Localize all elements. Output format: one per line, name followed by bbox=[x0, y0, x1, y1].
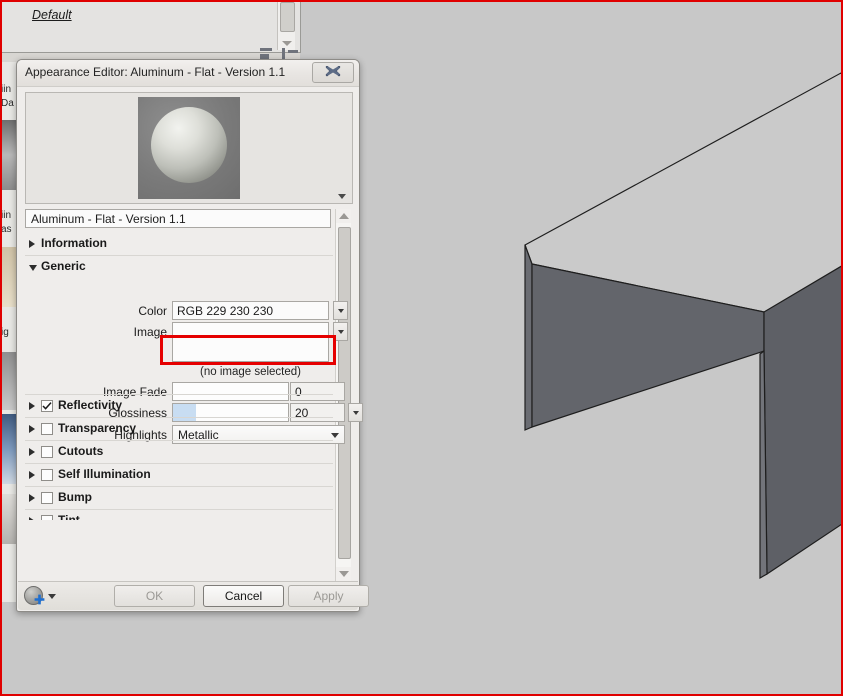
apply-button[interactable]: Apply bbox=[288, 585, 369, 607]
chevron-down-icon bbox=[352, 411, 359, 415]
image-row: Image (no image selected) bbox=[25, 322, 348, 382]
image-label: Image bbox=[133, 325, 167, 339]
background-scrollbar[interactable] bbox=[277, 2, 295, 50]
section-header-transparency[interactable]: Transparency bbox=[25, 418, 333, 441]
chevron-right-icon[interactable] bbox=[29, 517, 35, 520]
material-sphere-preview bbox=[151, 107, 227, 183]
section-header-bump[interactable]: Bump bbox=[25, 487, 333, 510]
section-header-tint[interactable]: Tint bbox=[25, 510, 333, 520]
beam-right-flange-face bbox=[763, 265, 841, 576]
properties-panel: Aluminum - Flat - Version 1.1 Informatio… bbox=[25, 209, 363, 581]
image-dropdown-button[interactable] bbox=[333, 322, 348, 341]
section-header-cutouts[interactable]: Cutouts bbox=[25, 441, 333, 464]
chevron-down-icon bbox=[337, 330, 344, 334]
default-link[interactable]: Default bbox=[32, 8, 72, 22]
scroll-up-icon[interactable] bbox=[339, 213, 349, 219]
color-label: Color bbox=[138, 304, 167, 318]
material-name-input[interactable]: Aluminum - Flat - Version 1.1 bbox=[25, 209, 331, 228]
list-item[interactable]: as bbox=[2, 224, 12, 235]
check-icon bbox=[42, 402, 52, 410]
ok-button[interactable]: OK bbox=[114, 585, 195, 607]
no-image-selected-text: (no image selected) bbox=[200, 366, 301, 378]
reflectivity-checkbox[interactable] bbox=[41, 400, 53, 412]
chevron-right-icon[interactable] bbox=[29, 471, 35, 479]
glossiness-dropdown-button[interactable] bbox=[348, 403, 363, 422]
preview-panel bbox=[25, 92, 353, 204]
screenshot-root: Default iin Da iin as ig Appearance Edit… bbox=[0, 0, 843, 696]
close-icon bbox=[325, 66, 341, 77]
cutouts-checkbox[interactable] bbox=[41, 446, 53, 458]
appearance-editor-dialog[interactable]: Appearance Editor: Aluminum - Flat - Ver… bbox=[16, 59, 369, 612]
section-label: Self Illumination bbox=[58, 467, 151, 481]
dialog-titlebar[interactable]: Appearance Editor: Aluminum - Flat - Ver… bbox=[17, 60, 359, 87]
chevron-right-icon[interactable] bbox=[29, 402, 35, 410]
section-header-generic[interactable]: Generic bbox=[25, 256, 333, 278]
color-value-field[interactable]: RGB 229 230 230 bbox=[172, 301, 329, 320]
dialog-title: Appearance Editor: Aluminum - Flat - Ver… bbox=[25, 65, 286, 79]
section-label: Bump bbox=[58, 490, 92, 504]
self-illumination-checkbox[interactable] bbox=[41, 469, 53, 481]
section-label: Reflectivity bbox=[58, 398, 123, 412]
section-label: Transparency bbox=[58, 421, 137, 435]
section-label: Cutouts bbox=[58, 444, 104, 458]
image-value-field[interactable] bbox=[172, 322, 329, 362]
list-item[interactable]: iin bbox=[2, 84, 11, 95]
chevron-right-icon[interactable] bbox=[29, 425, 35, 433]
scrollbar-thumb[interactable] bbox=[280, 2, 295, 32]
plus-icon bbox=[34, 594, 45, 605]
color-dropdown-button[interactable] bbox=[333, 301, 348, 320]
beam-left-edge-face bbox=[524, 244, 533, 431]
dialog-body: Aluminum - Flat - Version 1.1 Informatio… bbox=[17, 86, 363, 586]
close-button[interactable] bbox=[312, 62, 354, 83]
material-preview-swatch[interactable] bbox=[138, 97, 240, 199]
tint-checkbox[interactable] bbox=[41, 515, 53, 520]
chevron-right-icon[interactable] bbox=[29, 494, 35, 502]
chevron-down-icon[interactable] bbox=[29, 265, 37, 271]
section-header-information[interactable]: Information bbox=[25, 233, 333, 256]
list-item[interactable]: ig bbox=[2, 327, 9, 338]
new-appearance-sphere-button[interactable] bbox=[24, 585, 58, 606]
list-item[interactable]: Da bbox=[2, 98, 14, 109]
section-header-self-illumination[interactable]: Self Illumination bbox=[25, 464, 333, 487]
chevron-right-icon[interactable] bbox=[29, 448, 35, 456]
color-row: Color RGB 229 230 230 bbox=[25, 301, 348, 322]
section-label: Generic bbox=[41, 259, 86, 273]
chevron-down-icon[interactable] bbox=[48, 594, 56, 599]
chevron-down-icon bbox=[337, 309, 344, 313]
bump-checkbox[interactable] bbox=[41, 492, 53, 504]
preview-options-chevron-down-icon[interactable] bbox=[338, 194, 346, 199]
section-label: Information bbox=[41, 236, 107, 250]
chevron-right-icon[interactable] bbox=[29, 240, 35, 248]
background-window: Default bbox=[2, 2, 301, 53]
section-list: Information Generic Color RGB 229 230 23… bbox=[25, 233, 363, 520]
section-label: Tint bbox=[58, 513, 80, 520]
dialog-footer: OK Cancel Apply bbox=[18, 581, 369, 610]
scroll-down-icon[interactable] bbox=[339, 571, 349, 577]
transparency-checkbox[interactable] bbox=[41, 423, 53, 435]
list-item[interactable]: iin bbox=[2, 210, 11, 221]
cancel-button[interactable]: Cancel bbox=[203, 585, 284, 607]
section-header-reflectivity[interactable]: Reflectivity bbox=[25, 394, 333, 418]
